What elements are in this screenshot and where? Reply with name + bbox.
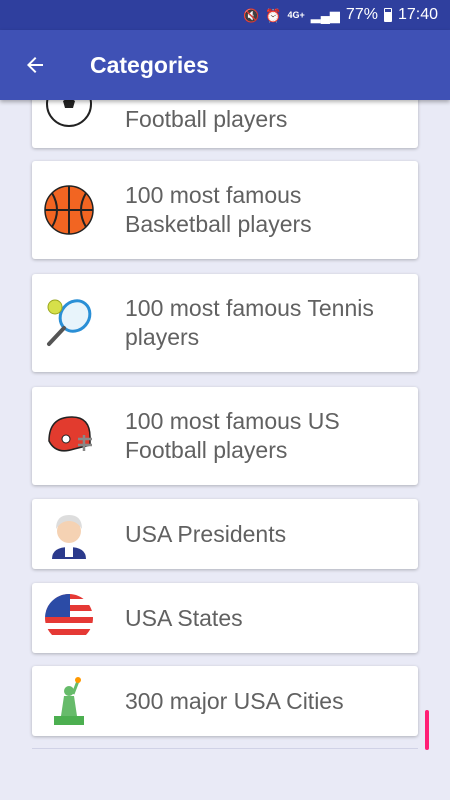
- back-button[interactable]: [0, 30, 70, 100]
- scroll-indicator[interactable]: [425, 710, 429, 750]
- battery-icon: [383, 8, 392, 22]
- category-item-football[interactable]: Football players: [32, 100, 418, 148]
- category-item-tennis[interactable]: 100 most famous Tennis players: [32, 274, 418, 372]
- page-title: Categories: [90, 51, 209, 78]
- basketball-icon: [44, 185, 94, 235]
- category-label: USA States: [125, 604, 243, 631]
- clock: 17:40: [397, 6, 438, 23]
- president-icon: [44, 509, 94, 559]
- football-icon: [44, 100, 94, 129]
- category-label: USA Presidents: [125, 520, 287, 547]
- category-list[interactable]: Football players 100 most famous Basketb…: [0, 100, 450, 800]
- us-flag-icon: [44, 593, 94, 643]
- arrow-left-icon: [27, 57, 43, 73]
- category-label: 300 major USA Cities: [125, 687, 344, 714]
- alarm-icon: ⏰: [265, 7, 282, 23]
- category-item-presidents[interactable]: USA Presidents: [32, 499, 418, 569]
- tennis-racket-icon: [44, 298, 94, 348]
- category-label: 100 most famous Tennis players: [125, 295, 374, 350]
- category-item-states[interactable]: USA States: [32, 583, 418, 653]
- signal-icon: ▂▄▆: [310, 7, 340, 23]
- network-type: 4G+: [287, 10, 305, 20]
- football-helmet-icon: [44, 411, 94, 461]
- category-label: 100 most famous US Football players: [125, 408, 340, 463]
- mute-icon: 🔇: [243, 7, 260, 23]
- divider: [32, 748, 418, 749]
- category-label: 100 most famous Basketball players: [125, 182, 312, 237]
- battery-percent: 77%: [345, 6, 378, 23]
- status-bar: 🔇 ⏰ 4G+ ▂▄▆ 77% 17:40: [0, 0, 450, 30]
- category-item-us-football[interactable]: 100 most famous US Football players: [32, 387, 418, 485]
- app-bar: Categories: [0, 30, 450, 100]
- category-label: Football players: [125, 105, 288, 132]
- statue-of-liberty-icon: [44, 676, 94, 726]
- category-item-basketball[interactable]: 100 most famous Basketball players: [32, 161, 418, 259]
- category-item-cities[interactable]: 300 major USA Cities: [32, 666, 418, 736]
